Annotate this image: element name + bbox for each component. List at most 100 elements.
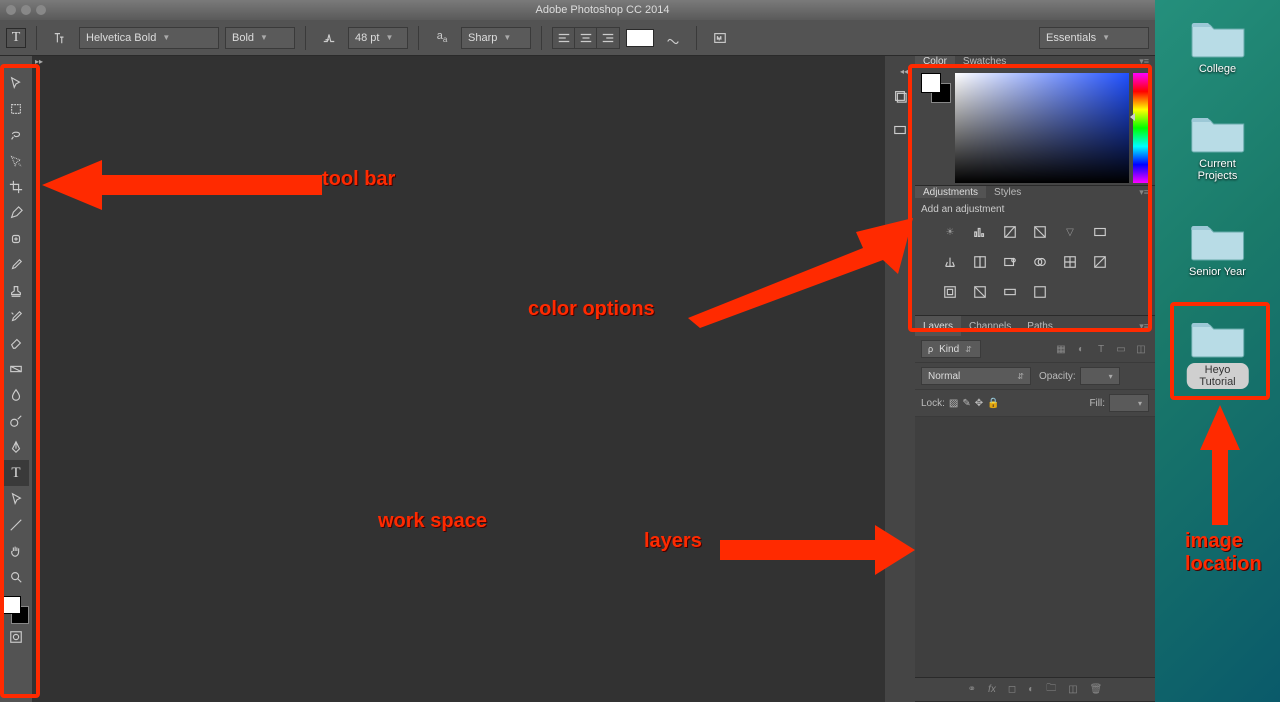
hand-tool[interactable] xyxy=(3,538,29,564)
marquee-tool[interactable] xyxy=(3,96,29,122)
lock-transparency-icon[interactable]: ▨ xyxy=(949,398,958,409)
bw-icon[interactable] xyxy=(969,251,991,273)
folder-college[interactable]: College xyxy=(1190,15,1246,75)
dock-collapse-icon[interactable]: ◂◂ xyxy=(892,66,908,76)
move-tool[interactable] xyxy=(3,70,29,96)
hue-sat-icon[interactable] xyxy=(1089,221,1111,243)
tab-channels[interactable]: Channels xyxy=(961,316,1019,336)
font-size-dropdown[interactable]: 48 pt▼ xyxy=(348,27,408,49)
lock-pixels-icon[interactable]: ✎ xyxy=(962,398,970,409)
close-icon[interactable] xyxy=(6,5,16,15)
stamp-tool[interactable] xyxy=(3,278,29,304)
threshold-icon[interactable] xyxy=(969,281,991,303)
line-tool[interactable] xyxy=(3,512,29,538)
font-family-dropdown[interactable]: Helvetica Bold▼ xyxy=(79,27,219,49)
photo-filter-icon[interactable] xyxy=(999,251,1021,273)
type-tool[interactable]: T xyxy=(3,460,29,486)
blend-mode-dropdown[interactable]: Normal⇵ xyxy=(921,367,1031,385)
workspace-switcher[interactable]: Essentials▼ xyxy=(1039,27,1149,49)
color-field[interactable] xyxy=(955,73,1129,183)
posterize-icon[interactable] xyxy=(939,281,961,303)
folder-senior-year[interactable]: Senior Year xyxy=(1189,218,1246,278)
opacity-input[interactable]: ▾ xyxy=(1080,367,1120,385)
color-panel-menu-icon[interactable]: ▾≡ xyxy=(1133,56,1155,67)
hue-slider[interactable] xyxy=(1133,73,1149,183)
dodge-tool[interactable] xyxy=(3,408,29,434)
healing-brush-tool[interactable] xyxy=(3,226,29,252)
color-swap[interactable] xyxy=(3,596,29,624)
vibrance-icon[interactable]: ▽ xyxy=(1059,221,1081,243)
layer-fx-icon[interactable]: fx xyxy=(988,684,996,695)
active-tool-icon[interactable]: T xyxy=(6,28,26,48)
layer-filter-dropdown[interactable]: ρKind⇵ xyxy=(921,340,981,358)
filter-smart-icon[interactable]: ◫ xyxy=(1133,344,1149,355)
character-panel-icon[interactable] xyxy=(707,27,733,49)
tab-layers[interactable]: Layers xyxy=(915,316,961,336)
levels-icon[interactable] xyxy=(969,221,991,243)
crop-tool[interactable] xyxy=(3,174,29,200)
color-fgbg[interactable] xyxy=(921,73,951,103)
font-weight-dropdown[interactable]: Bold▼ xyxy=(225,27,295,49)
tools-expand-icon[interactable]: ▸▸ xyxy=(10,60,21,70)
orientation-icon[interactable] xyxy=(47,27,73,49)
window-controls[interactable] xyxy=(6,5,46,15)
tabs-expand-icon[interactable]: ▸▸ xyxy=(32,56,885,66)
brightness-icon[interactable]: ☀ xyxy=(939,221,961,243)
warp-text-icon[interactable] xyxy=(660,27,686,49)
quick-select-tool[interactable] xyxy=(3,148,29,174)
invert-icon[interactable] xyxy=(1089,251,1111,273)
fill-input[interactable]: ▾ xyxy=(1109,394,1149,412)
tab-adjustments[interactable]: Adjustments xyxy=(915,186,986,198)
exposure-icon[interactable] xyxy=(1029,221,1051,243)
channel-mixer-icon[interactable] xyxy=(1029,251,1051,273)
lasso-tool[interactable] xyxy=(3,122,29,148)
tab-color[interactable]: Color xyxy=(915,56,955,67)
align-center-icon[interactable] xyxy=(575,28,597,48)
foreground-color-icon[interactable] xyxy=(3,596,21,614)
tab-paths[interactable]: Paths xyxy=(1019,316,1061,336)
text-color-swatch[interactable] xyxy=(626,29,654,47)
minimize-icon[interactable] xyxy=(21,5,31,15)
layers-list[interactable] xyxy=(915,417,1155,677)
gradient-map-icon[interactable] xyxy=(999,281,1021,303)
tab-swatches[interactable]: Swatches xyxy=(955,56,1014,67)
layers-menu-icon[interactable]: ▾≡ xyxy=(1133,321,1155,332)
new-layer-icon[interactable]: ◫ xyxy=(1068,684,1077,695)
filter-adjust-icon[interactable]: ◐ xyxy=(1073,344,1089,355)
selective-color-icon[interactable] xyxy=(1029,281,1051,303)
adjustments-menu-icon[interactable]: ▾≡ xyxy=(1133,187,1155,198)
curves-icon[interactable] xyxy=(999,221,1021,243)
filter-type-icon[interactable]: T xyxy=(1093,344,1109,355)
filter-shape-icon[interactable]: ▭ xyxy=(1113,344,1129,355)
folder-heyo-tutorial[interactable]: Heyo Tutorial xyxy=(1186,315,1249,389)
gradient-tool[interactable] xyxy=(3,356,29,382)
filter-pixel-icon[interactable]: ▦ xyxy=(1053,344,1069,355)
history-panel-icon[interactable] xyxy=(889,82,911,110)
align-right-icon[interactable] xyxy=(597,28,619,48)
properties-panel-icon[interactable] xyxy=(889,116,911,144)
new-adjustment-icon[interactable]: ◐ xyxy=(1028,684,1034,695)
antialias-dropdown[interactable]: Sharp▼ xyxy=(461,27,531,49)
delete-layer-icon[interactable]: 🗑 xyxy=(1090,684,1103,695)
canvas-area[interactable]: ▸▸ xyxy=(32,56,885,702)
zoom-icon[interactable] xyxy=(36,5,46,15)
link-layers-icon[interactable]: ⚭ xyxy=(968,684,976,695)
folder-current-projects[interactable]: Current Projects xyxy=(1186,110,1249,182)
blur-tool[interactable] xyxy=(3,382,29,408)
zoom-tool[interactable] xyxy=(3,564,29,590)
lock-all-icon[interactable]: 🔒 xyxy=(987,398,999,409)
color-balance-icon[interactable] xyxy=(939,251,961,273)
lock-position-icon[interactable]: ✥ xyxy=(975,398,983,409)
new-group-icon[interactable]: 🗀 xyxy=(1046,681,1056,698)
quick-mask-icon[interactable] xyxy=(3,624,29,650)
align-left-icon[interactable] xyxy=(553,28,575,48)
layer-mask-icon[interactable]: ◻ xyxy=(1008,684,1016,695)
fg-swatch-icon[interactable] xyxy=(921,73,941,93)
tab-styles[interactable]: Styles xyxy=(986,186,1029,198)
history-brush-tool[interactable] xyxy=(3,304,29,330)
pen-tool[interactable] xyxy=(3,434,29,460)
brush-tool[interactable] xyxy=(3,252,29,278)
color-lookup-icon[interactable] xyxy=(1059,251,1081,273)
eyedropper-tool[interactable] xyxy=(3,200,29,226)
path-select-tool[interactable] xyxy=(3,486,29,512)
